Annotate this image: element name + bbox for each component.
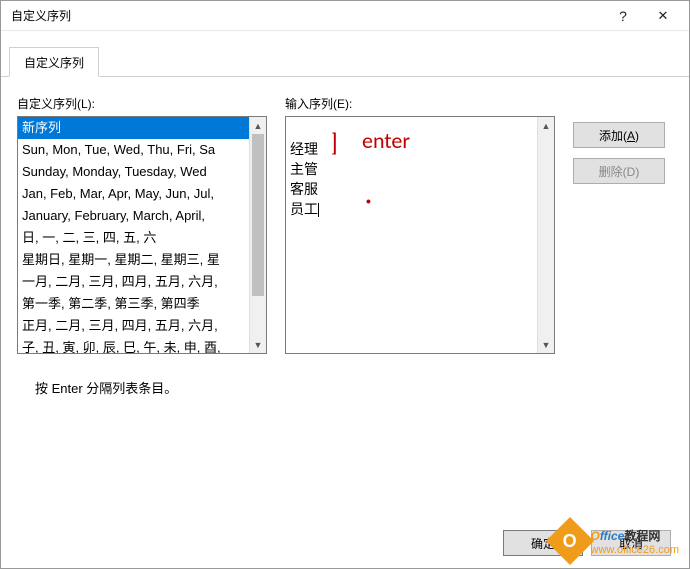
custom-lists-box[interactable]: 新序列 Sun, Mon, Tue, Wed, Thu, Fri, Sa Sun… xyxy=(17,116,267,354)
list-item[interactable]: 子, 丑, 寅, 卯, 辰, 巳, 午, 未, 申, 酉, xyxy=(18,337,249,353)
list-item[interactable]: 星期日, 星期一, 星期二, 星期三, 星 xyxy=(18,249,249,271)
annotation-enter-label: enter xyxy=(362,131,410,151)
list-item[interactable]: Jan, Feb, Mar, Apr, May, Jun, Jul, xyxy=(18,183,249,205)
entries-label: 输入序列(E): xyxy=(285,95,555,112)
scroll-thumb[interactable] xyxy=(252,134,264,296)
list-item[interactable]: 新序列 xyxy=(18,117,249,139)
scroll-up-icon[interactable]: ▲ xyxy=(538,117,554,134)
entries-column: 输入序列(E): 经理 主管 客服 员工 ] enter • ▲ ▼ xyxy=(285,95,555,354)
entries-scrollbar[interactable]: ▲ ▼ xyxy=(537,117,554,353)
delete-button: 删除(D) xyxy=(573,158,665,184)
text-cursor xyxy=(318,203,319,217)
tab-strip: 自定义序列 xyxy=(1,45,689,77)
custom-lists-label: 自定义序列(L): xyxy=(17,95,267,112)
listbox-scrollbar[interactable]: ▲ ▼ xyxy=(249,117,266,353)
help-button[interactable]: ? xyxy=(603,2,643,30)
list-item[interactable]: 正月, 二月, 三月, 四月, 五月, 六月, xyxy=(18,315,249,337)
scroll-up-icon[interactable]: ▲ xyxy=(250,117,266,134)
ok-button[interactable]: 确定 xyxy=(503,530,583,556)
cancel-button[interactable]: 取消 xyxy=(591,530,671,556)
custom-lists-column: 自定义序列(L): 新序列 Sun, Mon, Tue, Wed, Thu, F… xyxy=(17,95,267,354)
close-button[interactable]: ✕ xyxy=(643,2,683,30)
custom-lists-items: 新序列 Sun, Mon, Tue, Wed, Thu, Fri, Sa Sun… xyxy=(18,117,249,353)
scroll-track[interactable] xyxy=(538,134,554,336)
annotation-bracket-icon: ] xyxy=(332,133,337,153)
list-entries-box[interactable]: 经理 主管 客服 员工 ] enter • ▲ ▼ xyxy=(285,116,555,354)
annotation-dot-icon: • xyxy=(366,191,371,211)
scroll-down-icon[interactable]: ▼ xyxy=(538,336,554,353)
window-title: 自定义序列 xyxy=(11,7,603,24)
list-item[interactable]: Sun, Mon, Tue, Wed, Thu, Fri, Sa xyxy=(18,139,249,161)
list-item[interactable]: 第一季, 第二季, 第三季, 第四季 xyxy=(18,293,249,315)
list-entries-text[interactable]: 经理 主管 客服 员工 ] enter • xyxy=(286,117,537,353)
buttons-column: 添加(A) 删除(D) xyxy=(573,95,665,354)
list-item[interactable]: January, February, March, April, xyxy=(18,205,249,227)
dialog-footer: 确定 取消 xyxy=(1,518,689,568)
scroll-down-icon[interactable]: ▼ xyxy=(250,336,266,353)
scroll-track[interactable] xyxy=(250,134,266,336)
spacer xyxy=(573,95,665,112)
list-item[interactable]: 日, 一, 二, 三, 四, 五, 六 xyxy=(18,227,249,249)
hint-text: 按 Enter 分隔列表条目。 xyxy=(35,378,689,397)
window-titlebar: 自定义序列 ? ✕ xyxy=(1,1,689,31)
list-item[interactable]: Sunday, Monday, Tuesday, Wed xyxy=(18,161,249,183)
add-button[interactable]: 添加(A) xyxy=(573,122,665,148)
tab-custom-lists[interactable]: 自定义序列 xyxy=(9,47,99,77)
dialog-content: 自定义序列(L): 新序列 Sun, Mon, Tue, Wed, Thu, F… xyxy=(1,77,689,364)
list-item[interactable]: 一月, 二月, 三月, 四月, 五月, 六月, xyxy=(18,271,249,293)
